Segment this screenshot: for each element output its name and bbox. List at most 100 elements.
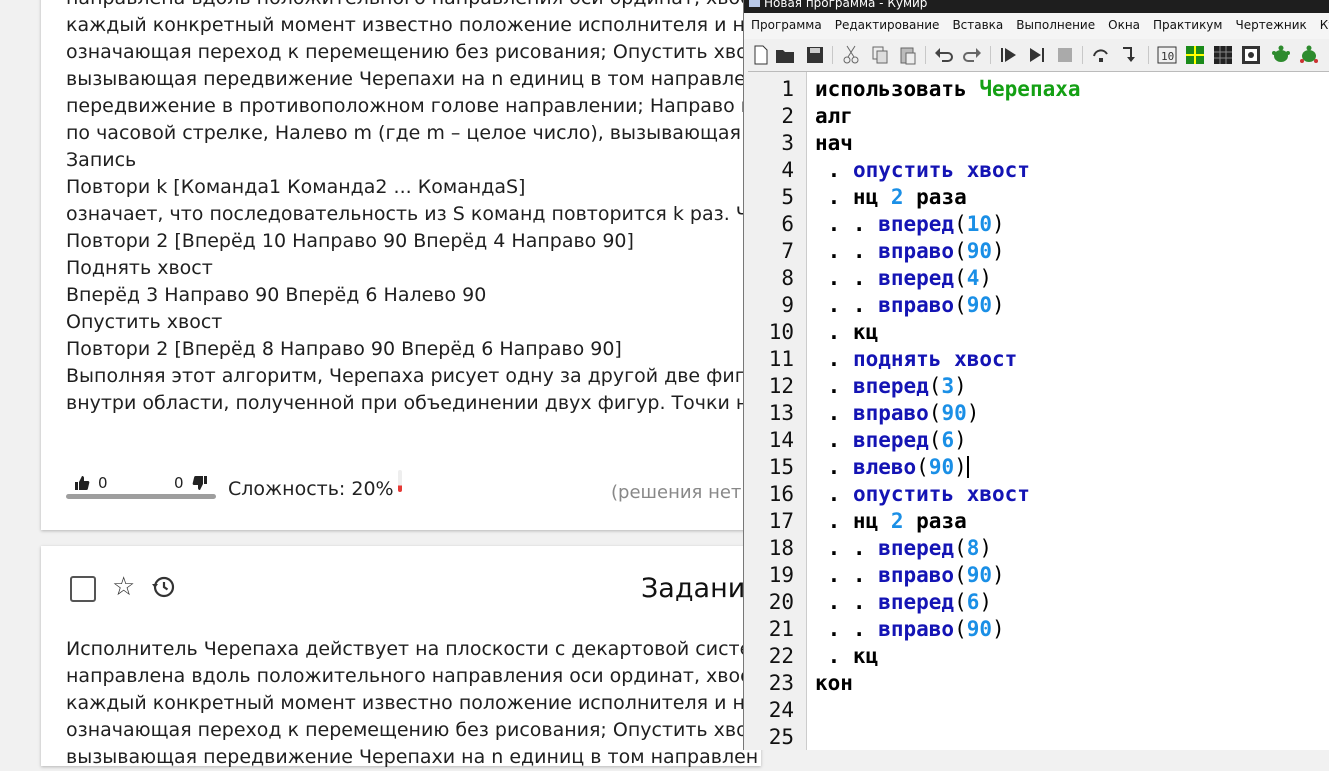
paste-icon[interactable]	[897, 44, 919, 66]
open-folder-icon[interactable]	[774, 44, 796, 66]
code-line[interactable]: . . вперед(8)	[815, 536, 992, 560]
code-line[interactable]: . кц	[815, 320, 879, 344]
code-token: 6	[966, 590, 980, 614]
text-line: означает, что последовательность из S ко…	[66, 203, 773, 225]
code-token: вправо	[878, 563, 955, 587]
code-line[interactable]: . . вправо(90)	[815, 293, 1005, 317]
code-token: 3	[941, 374, 955, 398]
step-into-icon[interactable]	[1118, 44, 1140, 66]
code-token: (	[954, 590, 967, 614]
code-line[interactable]: . влево(90)	[815, 455, 969, 479]
code-line[interactable]: . опустить хвост	[815, 482, 1030, 506]
code-token: )	[954, 374, 967, 398]
code-token: . .	[815, 536, 879, 560]
menu-item[interactable]: Выполнение	[1009, 13, 1101, 32]
copy-icon[interactable]	[869, 44, 891, 66]
code-line[interactable]: . кц	[815, 644, 879, 668]
code-editor[interactable]: 1 2 3 4 5 6 7 8 9 10 11 12 13 14 15 16 17 18 19 20 21 22 23 24 2…	[748, 71, 1329, 750]
code-line[interactable]: алг	[815, 104, 853, 128]
code-token: 90	[966, 239, 993, 263]
redo-icon[interactable]	[961, 44, 983, 66]
code-token: вправо	[878, 617, 955, 641]
turtle-icon[interactable]	[1270, 44, 1292, 66]
code-line[interactable]: . вперед(3)	[815, 374, 967, 398]
code-token: .	[815, 158, 853, 182]
line-number: 19	[768, 563, 794, 587]
code-line[interactable]: . нц 2 раза	[815, 185, 967, 209]
window-title: Новая программа - Кумир	[764, 0, 928, 10]
menu-item[interactable]: Вставка	[945, 13, 1009, 32]
code-line[interactable]: . . вправо(90)	[815, 563, 1005, 587]
text-line: Повтори k [Команда1 Команда2 ... Команда…	[66, 176, 526, 198]
code-line[interactable]: . . вперед(6)	[815, 590, 992, 614]
like-button[interactable]: 0	[74, 474, 108, 492]
code-line[interactable]: . . вправо(90)	[815, 239, 1005, 263]
step-run-icon[interactable]	[1026, 44, 1048, 66]
turtle2-icon[interactable]	[1298, 44, 1320, 66]
menu-item[interactable]: Практикум	[1146, 13, 1228, 32]
code-token: .	[815, 401, 853, 425]
line-number: 23	[768, 671, 794, 695]
code-token: вперед	[852, 374, 929, 398]
text-line: Запись	[66, 149, 137, 171]
painter-icon[interactable]: 10	[1156, 44, 1178, 66]
dislike-button[interactable]: 0	[174, 474, 208, 492]
line-number: 4	[781, 158, 794, 182]
code-line[interactable]: кон	[815, 671, 853, 695]
code-token: (	[954, 617, 967, 641]
menu-item[interactable]: Окна	[1101, 13, 1146, 32]
star-icon[interactable]: ☆	[112, 572, 135, 602]
cut-icon[interactable]	[840, 44, 862, 66]
stop-icon[interactable]	[1054, 44, 1076, 66]
code-line[interactable]: . поднять хвост	[815, 347, 1018, 371]
text-cursor	[966, 456, 969, 478]
image-icon[interactable]	[1240, 44, 1262, 66]
robot-icon[interactable]	[1184, 44, 1206, 66]
line-number: 1	[781, 77, 794, 101]
code-token: вперед	[878, 590, 955, 614]
code-token: вперед	[852, 428, 929, 452]
solutions-label[interactable]: (решения нет	[611, 482, 741, 503]
history-icon[interactable]	[150, 574, 176, 600]
undo-icon[interactable]	[933, 44, 955, 66]
code-token: . .	[815, 239, 879, 263]
code-line[interactable]: . вправо(90)	[815, 401, 980, 425]
text-line: направлена вдоль положительного направле…	[66, 665, 762, 687]
task-title: Задани	[641, 573, 746, 604]
code-line[interactable]: . . вперед(10)	[815, 212, 1005, 236]
save-icon[interactable]	[804, 44, 826, 66]
difficulty-label: Сложность: 20%	[228, 478, 394, 500]
code-token: 90	[966, 617, 993, 641]
toolbar-separator	[1148, 46, 1149, 64]
grid-icon[interactable]	[1212, 44, 1234, 66]
task-text: Исполнитель Черепаха действует на плоско…	[66, 636, 769, 771]
task-checkbox[interactable]	[70, 576, 96, 602]
code-token: . кц	[815, 320, 879, 344]
text-line: Опустить хвост	[66, 311, 223, 333]
code-token: Черепаха	[979, 77, 1081, 101]
code-token: 2	[890, 185, 904, 209]
code-token: .	[815, 347, 853, 371]
code-line[interactable]: . вперед(6)	[815, 428, 967, 452]
step-over-icon[interactable]	[1090, 44, 1112, 66]
toolbar-separator	[990, 46, 991, 64]
code-line[interactable]: . . вправо(90)	[815, 617, 1005, 641]
code-line[interactable]: . нц 2 раза	[815, 509, 967, 533]
menu-item[interactable]: Кузнечик	[1313, 13, 1329, 32]
code-token: )	[954, 455, 967, 479]
line-number: 7	[781, 239, 794, 263]
code-line[interactable]: . . вперед(4)	[815, 266, 992, 290]
run-icon[interactable]	[998, 44, 1020, 66]
code-token: опустить хвост	[852, 158, 1030, 182]
menu-item[interactable]: Чертежник	[1228, 13, 1312, 32]
line-number: 13	[768, 401, 794, 425]
menu-item[interactable]: Редактирование	[828, 13, 946, 32]
menu-item[interactable]: Программа	[744, 13, 828, 32]
text-line: Выполняя этот алгоритм, Черепаха рисует …	[66, 365, 769, 387]
toolbar-separator	[925, 46, 926, 64]
new-file-icon[interactable]	[750, 44, 772, 66]
line-number: 12	[768, 374, 794, 398]
code-line[interactable]: нач	[815, 131, 853, 155]
code-line[interactable]: использовать Черепаха	[815, 77, 1081, 101]
code-line[interactable]: . опустить хвост	[815, 158, 1030, 182]
